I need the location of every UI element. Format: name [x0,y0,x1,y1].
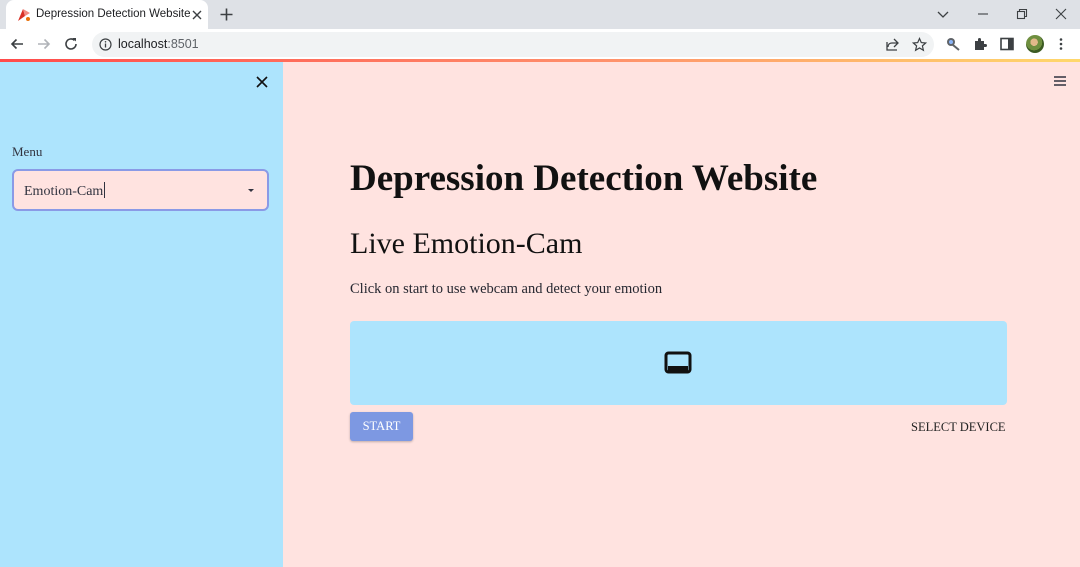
section-header: Live Emotion-Cam [350,227,583,260]
favicon-icon [18,9,30,21]
close-icon[interactable] [191,9,203,21]
reload-icon[interactable] [63,36,79,52]
chevron-down-icon[interactable] [935,6,951,22]
browser-toolbar: localhost:8501 [0,29,1080,60]
selected-option-text: Emotion-Cam [24,184,104,199]
menu-select[interactable]: Emotion-Cam [12,169,269,211]
text-cursor [104,182,106,198]
puzzle-icon[interactable] [972,36,988,52]
chevron-down-icon [248,189,254,192]
forward-arrow-icon[interactable] [36,36,52,52]
instruction-text: Click on start to use webcam and detect … [350,281,663,297]
browser-tab[interactable]: Depression Detection Website [6,0,208,29]
back-arrow-icon[interactable] [9,36,25,52]
share-icon[interactable] [885,37,900,52]
menu-select-value: Emotion-Cam [24,182,106,200]
url-text: localhost:8501 [118,37,199,51]
page-title: Depression Detection Website [350,158,818,199]
start-button[interactable]: START [350,412,413,441]
menu-label: Menu [12,144,43,159]
hamburger-menu-icon[interactable] [1053,75,1067,87]
webcam-video-area [350,321,1007,405]
more-vert-icon[interactable] [1053,36,1069,52]
close-window-icon[interactable] [1053,6,1069,22]
sidebar: Menu Emotion-Cam [0,62,283,567]
star-icon[interactable] [912,37,927,52]
url-port: :8501 [167,37,199,51]
plus-icon[interactable] [219,7,234,22]
select-device-button[interactable]: SELECT DEVICE [911,420,1006,435]
minimize-icon[interactable] [975,6,991,22]
info-icon[interactable] [99,38,112,51]
extension-icon[interactable] [945,36,961,52]
tab-strip: Depression Detection Website [0,0,1080,29]
address-bar[interactable]: localhost:8501 [92,32,934,57]
url-host: localhost [118,37,168,51]
restore-icon[interactable] [1014,6,1030,22]
video-device-icon [664,351,692,374]
tab-title: Depression Detection Website [36,8,191,20]
profile-avatar[interactable] [1026,35,1044,53]
close-icon[interactable] [255,75,269,89]
side-panel-icon[interactable] [999,36,1015,52]
